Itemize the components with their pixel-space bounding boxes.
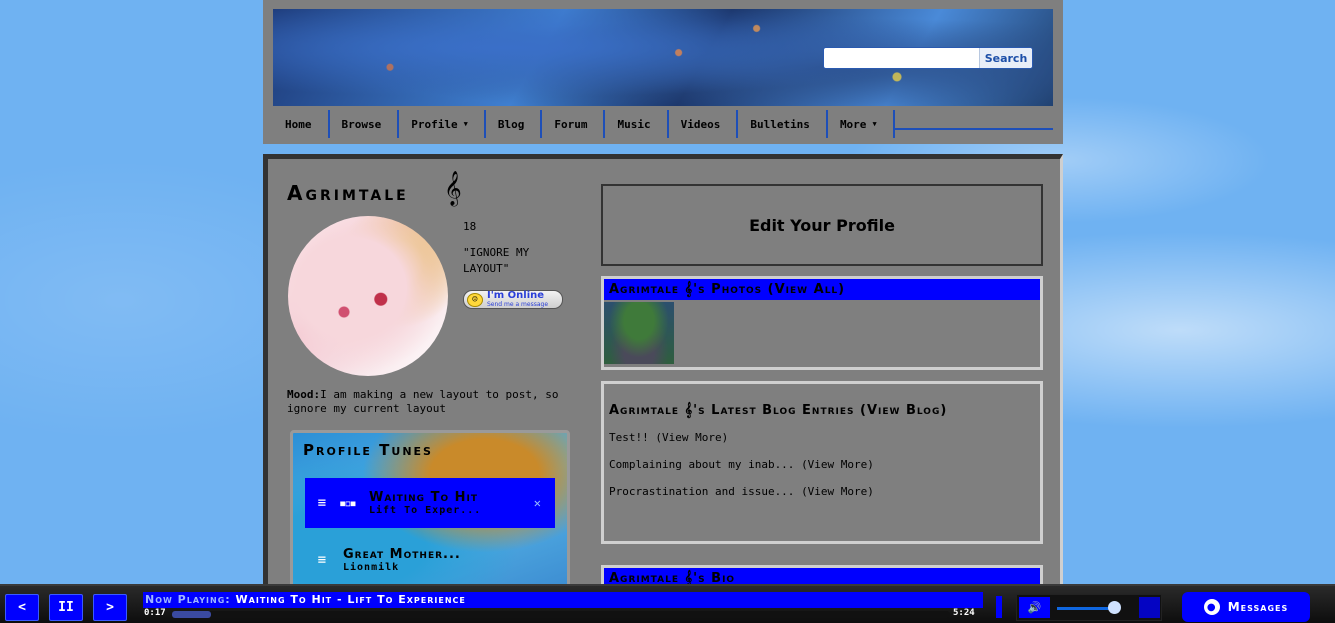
photo-thumbnail[interactable] <box>604 302 674 364</box>
equalizer-icon: ▪▫▪ <box>339 496 357 510</box>
smiley-icon: ☺ <box>467 292 483 307</box>
nav-label: More <box>839 117 867 131</box>
track-title: Waiting To Hit <box>369 490 478 505</box>
search-bar: Search <box>823 47 1033 69</box>
nav-profile[interactable]: Profile ▼ <box>399 110 486 138</box>
header-banner: Search <box>273 9 1053 106</box>
caret-down-icon: ▼ <box>872 120 877 128</box>
track-info: Waiting To Hit Lift To Exper... <box>369 490 481 516</box>
blog-entry[interactable]: Complaining about my inab... (View More) <box>609 458 1040 471</box>
nav-label: Music <box>617 117 651 131</box>
drag-handle-icon[interactable]: ≡ <box>305 495 339 511</box>
nav-music[interactable]: Music <box>605 110 669 138</box>
view-more-link[interactable]: (View More) <box>801 485 874 498</box>
nav-bulletins[interactable]: Bulletins <box>738 110 828 138</box>
now-playing-track: Waiting To Hit - Lift To Experience <box>235 593 466 606</box>
profile-name: Agrimtale <box>287 181 409 205</box>
blog-entry[interactable]: Test!! (View More) <box>609 431 1040 444</box>
track-title: Great Mother... <box>343 547 461 562</box>
profile-quote: "IGNORE MY LAYOUT" <box>463 246 530 275</box>
nav-home[interactable]: Home <box>273 110 330 138</box>
now-playing-label: Now Playing: <box>145 593 231 606</box>
fullscreen-button[interactable] <box>1139 597 1160 618</box>
user-icon: ● <box>1203 599 1220 615</box>
send-message-text: Send me a message <box>487 300 549 308</box>
online-text: I'm Online Send me a message <box>487 289 549 309</box>
track-artist: Lionmilk <box>343 562 400 573</box>
nav-label: Videos <box>680 117 721 131</box>
blog-entry-title: Test!! <box>609 431 649 444</box>
nav-forum[interactable]: Forum <box>542 110 606 138</box>
previous-track-button[interactable]: < <box>5 594 39 621</box>
photos-panel: Agrimtale 𝄞's Photos (View All) <box>601 276 1043 370</box>
main-nav: Home Browse Profile ▼ Blog Forum Music Vi… <box>273 110 1053 138</box>
nav-label: Home <box>285 117 312 131</box>
photos-heading[interactable]: Agrimtale 𝄞's Photos (View All) <box>604 279 1040 300</box>
nav-more[interactable]: More ▼ <box>828 110 895 138</box>
nav-videos[interactable]: Videos <box>669 110 739 138</box>
profile-tunes: Profile Tunes ≡ ▪▫▪ Waiting To Hit Lift … <box>290 430 570 600</box>
caret-down-icon: ▼ <box>463 120 468 128</box>
blog-heading[interactable]: Agrimtale 𝄞's Latest Blog Entries (View … <box>609 403 1040 418</box>
chevron-right-icon: > <box>106 600 114 615</box>
now-playing-bar: Now Playing: Waiting To Hit - Lift To Ex… <box>143 592 983 608</box>
nav-label: Blog <box>497 117 525 131</box>
volume-control: 🔊 <box>1016 594 1162 621</box>
music-player: < II > Now Playing: Waiting To Hit - Lif… <box>0 584 1335 623</box>
search-input[interactable] <box>824 48 979 68</box>
blog-entry-title: Procrastination and issue... <box>609 485 795 498</box>
nav-divider <box>894 128 1053 130</box>
next-track-button[interactable]: > <box>93 594 127 621</box>
current-time: 0:17 <box>144 608 166 618</box>
online-status: I'm Online <box>487 289 545 301</box>
track-item-active[interactable]: ≡ ▪▫▪ Waiting To Hit Lift To Exper... ✕ <box>305 478 555 528</box>
profile-main: Agrimtale 𝄞 18 "IGNORE MY LAYOUT" ☺ I'm … <box>263 154 1063 605</box>
view-more-link[interactable]: (View More) <box>801 458 874 471</box>
messages-button[interactable]: ● Messages <box>1182 592 1310 622</box>
pause-icon: II <box>58 600 74 615</box>
mood: Mood:I am making a new layout to post, s… <box>287 388 572 416</box>
treble-clef-icon: 𝄞 <box>444 171 462 206</box>
progress-bar[interactable] <box>172 611 950 618</box>
messages-label: Messages <box>1227 600 1289 614</box>
pause-button[interactable]: II <box>49 594 83 621</box>
mood-text: I am making a new layout to post, so ign… <box>287 388 559 415</box>
track-info: Great Mother... Lionmilk <box>343 547 461 573</box>
nav-label: Profile <box>411 117 458 131</box>
progress-fill <box>172 611 211 618</box>
nav-browse[interactable]: Browse <box>330 110 400 138</box>
view-more-link[interactable]: (View More) <box>655 431 728 444</box>
tunes-title: Profile Tunes <box>303 441 433 459</box>
total-time: 5:24 <box>953 608 975 618</box>
online-badge[interactable]: ☺ I'm Online Send me a message <box>463 290 563 309</box>
blog-entry[interactable]: Procrastination and issue... (View More) <box>609 485 1040 498</box>
drag-handle-icon[interactable]: ≡ <box>305 552 339 568</box>
mood-label: Mood: <box>287 388 321 401</box>
volume-knob[interactable] <box>1107 601 1121 614</box>
profile-age: 18 <box>463 220 477 233</box>
track-item[interactable]: ≡ Great Mother... Lionmilk <box>305 535 555 585</box>
edit-profile-button[interactable]: Edit Your Profile <box>601 184 1043 266</box>
track-artist: Lift To Exper... <box>369 505 482 516</box>
close-icon[interactable]: ✕ <box>534 496 541 510</box>
blog-panel: Agrimtale 𝄞's Latest Blog Entries (View … <box>601 381 1043 544</box>
nav-label: Forum <box>554 117 588 131</box>
blog-entry-title: Complaining about my inab... <box>609 458 795 471</box>
seek-marker <box>996 596 1002 618</box>
avatar[interactable] <box>288 216 448 376</box>
site-header: Search Home Browse Profile ▼ Blog Forum M… <box>263 0 1063 144</box>
nav-label: Bulletins <box>750 117 810 131</box>
search-button[interactable]: Search <box>979 48 1032 68</box>
volume-icon[interactable]: 🔊 <box>1019 597 1050 618</box>
nav-blog[interactable]: Blog <box>486 110 543 138</box>
nav-label: Browse <box>341 117 382 131</box>
chevron-left-icon: < <box>18 600 26 615</box>
